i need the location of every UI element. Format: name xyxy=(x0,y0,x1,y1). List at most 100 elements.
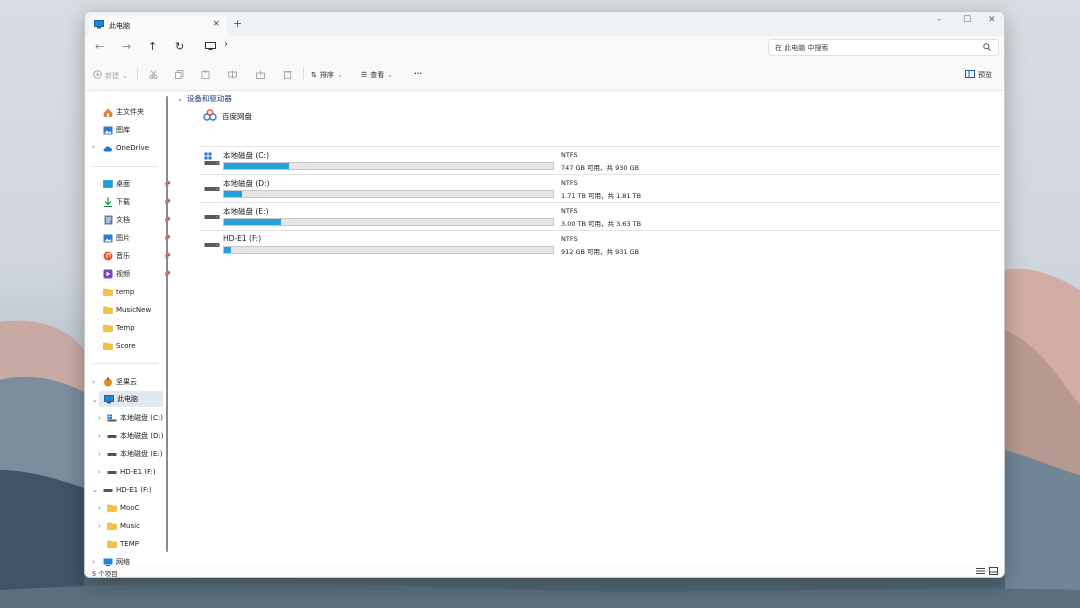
sidebar-item-folder[interactable]: TEMP xyxy=(107,536,179,552)
minimize-button[interactable]: – xyxy=(937,15,942,25)
sidebar-item-folder[interactable]: Temp xyxy=(103,320,175,336)
close-button[interactable]: ✕ xyxy=(988,15,996,25)
share-icon[interactable] xyxy=(256,70,265,79)
breadcrumb-chevron-icon[interactable]: › xyxy=(224,39,228,50)
collapse-chevron-icon[interactable]: ⌄ xyxy=(92,486,98,494)
sidebar-scrollbar[interactable] xyxy=(166,96,168,552)
drive-filesystem: NTFS xyxy=(561,151,578,159)
sidebar-item-label: 此电脑 xyxy=(117,395,138,403)
tiles-view-icon[interactable] xyxy=(989,567,998,577)
sidebar-item-folder[interactable]: Score xyxy=(103,338,175,354)
sidebar-item-folder[interactable]: MooC xyxy=(107,500,179,516)
item-count: 5 个项目 xyxy=(92,570,118,578)
sidebar-item-home[interactable]: 主文件夹 xyxy=(103,104,175,120)
cut-icon[interactable] xyxy=(149,70,158,79)
tab-this-pc[interactable]: 此电脑 × xyxy=(89,15,227,36)
address-bar: ← → ↑ ↻ › 在 此电脑 中搜索 xyxy=(85,36,1004,58)
details-view-icon[interactable] xyxy=(976,567,985,577)
sidebar-item-label: TEMP xyxy=(120,540,139,548)
home-icon xyxy=(103,107,113,117)
new-tab-button[interactable]: + xyxy=(233,17,242,30)
file-explorer-window: 此电脑 × + – ☐ ✕ ← → ↑ ↻ › 在 此电脑 中搜索 新建 ⌄ ⇅… xyxy=(84,11,1005,578)
search-placeholder: 在 此电脑 中搜索 xyxy=(775,43,829,52)
video-icon xyxy=(103,269,113,279)
sort-button[interactable]: ⇅ 排序 ⌄ xyxy=(311,70,343,80)
paste-icon[interactable] xyxy=(201,70,210,79)
more-options-button[interactable]: ··· xyxy=(414,70,422,78)
toolbar-divider xyxy=(137,68,138,80)
windows-drive-icon xyxy=(204,152,220,168)
drive-icon xyxy=(107,467,117,477)
content-pane: ⌄ 设备和驱动器 百度网盘 本地磁盘 (C:) NTFS 747 GB 可用，共… xyxy=(173,91,1001,566)
sidebar-item-desktop[interactable]: 桌面 📌 xyxy=(103,176,175,192)
network-location-item[interactable]: 百度网盘 xyxy=(203,109,252,123)
view-button[interactable]: ☰ 查看 ⌄ xyxy=(361,70,393,80)
sidebar-item-label: 音乐 xyxy=(116,252,130,260)
expand-chevron-icon[interactable]: › xyxy=(92,378,95,386)
drive-tile[interactable]: 本地磁盘 (E:) NTFS 3.00 TB 可用，共 3.63 TB xyxy=(200,202,1000,229)
preview-button[interactable]: 预览 xyxy=(965,70,992,80)
search-input[interactable]: 在 此电脑 中搜索 xyxy=(768,39,999,56)
sidebar-item-folder[interactable]: temp xyxy=(103,284,175,300)
drive-free-space: 1.71 TB 可用，共 1.81 TB xyxy=(561,192,642,200)
sidebar-item-drive[interactable]: 本地磁盘 (E:) xyxy=(107,446,179,462)
expand-chevron-icon[interactable]: › xyxy=(98,414,101,422)
expand-chevron-icon[interactable]: › xyxy=(98,504,101,512)
view-list-icon: ☰ xyxy=(361,71,368,79)
sidebar-item-gallery[interactable]: 图库 xyxy=(103,122,175,138)
collapse-chevron-icon[interactable]: ⌄ xyxy=(92,396,98,404)
sort-label: 排序 xyxy=(319,71,334,79)
section-title: 设备和驱动器 xyxy=(186,94,232,103)
picture-icon xyxy=(103,233,113,243)
sidebar-item-downloads[interactable]: 下载 📌 xyxy=(103,194,175,210)
back-button[interactable]: ← xyxy=(95,40,104,53)
expand-chevron-icon[interactable]: › xyxy=(98,522,101,530)
drive-name: 本地磁盘 (C:) xyxy=(223,151,269,160)
sidebar-item-music[interactable]: 音乐 📌 xyxy=(103,248,175,264)
monitor-icon[interactable] xyxy=(205,42,216,53)
windows-drive-icon xyxy=(107,413,117,423)
refresh-button[interactable]: ↻ xyxy=(175,40,184,53)
drive-tile[interactable]: 本地磁盘 (C:) NTFS 747 GB 可用，共 930 GB xyxy=(200,146,1000,173)
sidebar-item-label: MusicNew xyxy=(116,306,152,314)
sidebar-item-hd-e1[interactable]: HD-E1 (F:) xyxy=(103,482,175,498)
sidebar-item-videos[interactable]: 视频 📌 xyxy=(103,266,175,282)
sidebar-item-label: 坚果云 xyxy=(116,378,137,386)
sidebar-item-pictures[interactable]: 图片 📌 xyxy=(103,230,175,246)
drive-icon xyxy=(204,236,220,252)
expand-chevron-icon[interactable]: › xyxy=(98,468,101,476)
sidebar-item-drive[interactable]: 本地磁盘 (D:) xyxy=(107,428,179,444)
sidebar-item-documents[interactable]: 文档 📌 xyxy=(103,212,175,228)
tab-close-icon[interactable]: × xyxy=(212,19,220,29)
drive-tile[interactable]: 本地磁盘 (D:) NTFS 1.71 TB 可用，共 1.81 TB xyxy=(200,174,1000,201)
forward-button[interactable]: → xyxy=(122,40,131,53)
plus-circle-icon xyxy=(93,70,102,81)
drive-filesystem: NTFS xyxy=(561,235,578,243)
sidebar-item-drive[interactable]: 本地磁盘 (C:) xyxy=(107,410,179,426)
monitor-icon xyxy=(94,20,104,31)
drive-tile[interactable]: HD-E1 (F:) NTFS 912 GB 可用，共 931 GB xyxy=(200,230,1000,257)
sidebar-item-label: 桌面 xyxy=(116,180,130,188)
up-button[interactable]: ↑ xyxy=(148,40,157,53)
maximize-button[interactable]: ☐ xyxy=(963,15,971,25)
sidebar-item-label: 主文件夹 xyxy=(116,108,144,116)
baidu-netdisk-icon xyxy=(203,109,217,123)
sidebar-item-folder[interactable]: MusicNew xyxy=(103,302,175,318)
delete-icon[interactable] xyxy=(283,70,292,79)
sidebar-item-drive[interactable]: HD-E1 (F:) xyxy=(107,464,179,480)
rename-icon[interactable] xyxy=(228,70,237,79)
new-button[interactable]: 新建 ⌄ xyxy=(93,70,128,81)
expand-chevron-icon[interactable]: › xyxy=(92,143,95,151)
expand-chevron-icon[interactable]: › xyxy=(98,432,101,440)
copy-icon[interactable] xyxy=(175,70,184,79)
sidebar-item-folder[interactable]: Music xyxy=(107,518,179,534)
section-header-devices[interactable]: ⌄ 设备和驱动器 xyxy=(177,93,232,104)
sidebar-item-this-pc[interactable]: 此电脑 xyxy=(99,391,163,407)
drive-name: 本地磁盘 (D:) xyxy=(223,179,270,188)
expand-chevron-icon[interactable]: › xyxy=(98,450,101,458)
expand-chevron-icon[interactable]: › xyxy=(92,558,95,566)
sidebar-item-jianguoyun[interactable]: 坚果云 xyxy=(103,374,175,390)
sidebar-item-label: 文档 xyxy=(116,216,130,224)
document-icon xyxy=(103,215,113,225)
sidebar-item-onedrive[interactable]: OneDrive xyxy=(103,140,175,156)
